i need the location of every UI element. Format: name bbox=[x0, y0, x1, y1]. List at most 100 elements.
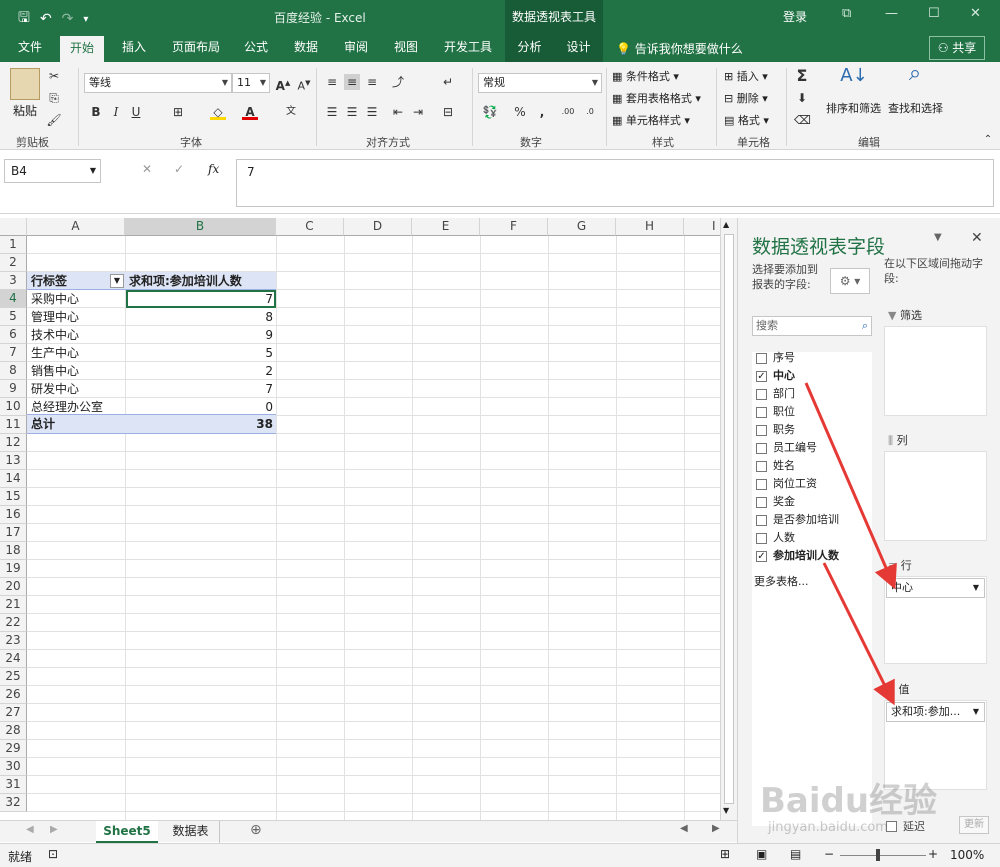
select-all-corner[interactable] bbox=[0, 218, 27, 236]
zoom-out-icon[interactable]: − bbox=[824, 847, 834, 861]
row-header[interactable]: 2 bbox=[0, 254, 27, 272]
increase-indent-icon[interactable]: ⇥ bbox=[410, 104, 426, 120]
row-header[interactable]: 29 bbox=[0, 740, 27, 758]
pivot-row-value[interactable]: 2 bbox=[126, 362, 276, 380]
redo-icon[interactable]: ↷ bbox=[62, 11, 74, 27]
column-header-i[interactable]: I bbox=[684, 218, 720, 236]
align-top-icon[interactable]: ≡ bbox=[324, 74, 340, 90]
grow-font-icon[interactable]: A▲ bbox=[275, 75, 291, 93]
bold-button[interactable]: B bbox=[88, 104, 104, 120]
add-sheet-icon[interactable]: ⊕ bbox=[250, 822, 262, 838]
row-header[interactable]: 8 bbox=[0, 362, 27, 380]
cancel-icon[interactable]: ✕ bbox=[142, 162, 152, 176]
format-cells-button[interactable]: ▤ 格式 ▾ bbox=[724, 112, 769, 128]
field-item[interactable]: 姓名 bbox=[756, 457, 795, 475]
pivot-row-value[interactable]: 7 bbox=[126, 290, 276, 308]
save-icon[interactable]: 🖫 bbox=[18, 7, 30, 31]
zoom-slider-thumb[interactable] bbox=[876, 849, 880, 861]
row-header[interactable]: 19 bbox=[0, 560, 27, 578]
cut-icon[interactable]: ✂ bbox=[46, 68, 62, 84]
row-header[interactable]: 31 bbox=[0, 776, 27, 794]
checkbox[interactable] bbox=[756, 478, 767, 490]
row-header[interactable]: 17 bbox=[0, 524, 27, 542]
row-header[interactable]: 27 bbox=[0, 704, 27, 722]
checkbox[interactable] bbox=[756, 532, 767, 544]
pivot-row-value[interactable]: 5 bbox=[126, 344, 276, 362]
row-header[interactable]: 25 bbox=[0, 668, 27, 686]
filter-dropdown-icon[interactable]: ▼ bbox=[110, 274, 124, 288]
column-header-g[interactable]: G bbox=[548, 218, 616, 236]
field-item[interactable]: 职位 bbox=[756, 403, 795, 421]
paste-icon[interactable] bbox=[10, 68, 40, 100]
scroll-up-icon[interactable]: ▲ bbox=[723, 220, 729, 229]
checkbox[interactable] bbox=[756, 514, 767, 526]
underline-button[interactable]: U bbox=[128, 104, 144, 120]
row-header[interactable]: 16 bbox=[0, 506, 27, 524]
row-header[interactable]: 23 bbox=[0, 632, 27, 650]
row-header[interactable]: 10 bbox=[0, 398, 27, 416]
zoom-slider[interactable] bbox=[840, 855, 926, 856]
customize-qat-icon[interactable]: ▾ bbox=[83, 14, 88, 25]
name-box[interactable]: B4 ▼ bbox=[4, 159, 101, 183]
field-search-input[interactable]: 搜索 ⌕ bbox=[752, 316, 872, 336]
orientation-icon[interactable]: ⤴ bbox=[390, 74, 406, 90]
row-header[interactable]: 20 bbox=[0, 578, 27, 596]
checkbox[interactable] bbox=[756, 406, 767, 418]
format-as-table-button[interactable]: ▦ 套用表格格式 ▾ bbox=[612, 90, 701, 106]
row-header[interactable]: 6 bbox=[0, 326, 27, 344]
comma-icon[interactable]: , bbox=[534, 104, 550, 120]
field-item[interactable]: 奖金 bbox=[756, 493, 795, 511]
row-header[interactable]: 30 bbox=[0, 758, 27, 776]
close-window-icon[interactable]: ✕ bbox=[970, 6, 981, 21]
enter-icon[interactable]: ✓ bbox=[174, 162, 184, 176]
tab-developer[interactable]: 开发工具 bbox=[442, 34, 494, 62]
row-header[interactable]: 14 bbox=[0, 470, 27, 488]
columns-area[interactable] bbox=[884, 451, 987, 541]
field-item[interactable]: ✓ 中心 bbox=[756, 367, 795, 385]
wrap-text-icon[interactable]: ↵ bbox=[440, 74, 456, 90]
align-left-icon[interactable]: ☰ bbox=[324, 104, 340, 120]
macro-record-icon[interactable]: ⊡ bbox=[48, 847, 58, 861]
field-item[interactable]: 是否参加培训 bbox=[756, 511, 839, 529]
tab-insert[interactable]: 插入 bbox=[120, 34, 148, 62]
normal-view-icon[interactable]: ⊞ bbox=[720, 847, 730, 861]
insert-cells-button[interactable]: ⊞ 插入 ▾ bbox=[724, 68, 768, 84]
more-tables-link[interactable]: 更多表格... bbox=[754, 573, 809, 591]
font-size-select[interactable]: 11 ▼ bbox=[232, 73, 270, 93]
row-header[interactable]: 21 bbox=[0, 596, 27, 614]
pivot-row-value[interactable]: 7 bbox=[126, 380, 276, 398]
checkbox-checked[interactable]: ✓ bbox=[756, 370, 767, 382]
checkbox-checked[interactable]: ✓ bbox=[756, 550, 767, 562]
close-panel-icon[interactable]: ✕ bbox=[971, 230, 983, 246]
percent-icon[interactable]: % bbox=[512, 104, 528, 120]
field-item[interactable]: 序号 bbox=[756, 349, 795, 367]
checkbox[interactable] bbox=[756, 496, 767, 508]
conditional-format-button[interactable]: ▦ 条件格式 ▾ bbox=[612, 68, 679, 84]
borders-icon[interactable]: ⊞ bbox=[170, 104, 186, 120]
increase-decimal-icon[interactable]: .00 bbox=[560, 104, 576, 120]
scroll-down-icon[interactable]: ▼ bbox=[723, 806, 729, 815]
sheet-tab-sheet5[interactable]: Sheet5 bbox=[96, 821, 158, 843]
collapse-ribbon-icon[interactable]: ⌃ bbox=[980, 132, 996, 148]
italic-button[interactable]: I bbox=[108, 104, 124, 120]
tab-design[interactable]: 设计 bbox=[554, 34, 603, 62]
column-header-d[interactable]: D bbox=[344, 218, 412, 236]
panel-options-icon[interactable]: ▼ bbox=[934, 232, 942, 243]
paste-button[interactable]: 粘贴 bbox=[13, 102, 37, 119]
tell-me-box[interactable]: 💡 告诉我你想要做什么 bbox=[616, 40, 743, 57]
phonetic-icon[interactable]: 文 bbox=[283, 104, 299, 120]
delete-cells-button[interactable]: ⊟ 删除 ▾ bbox=[724, 90, 768, 106]
decrease-indent-icon[interactable]: ⇤ bbox=[390, 104, 406, 120]
row-header[interactable]: 13 bbox=[0, 452, 27, 470]
fill-icon[interactable]: ⬇ bbox=[794, 90, 810, 106]
row-header[interactable]: 12 bbox=[0, 434, 27, 452]
scroll-thumb[interactable] bbox=[724, 234, 734, 804]
zoom-level[interactable]: 100% bbox=[950, 848, 984, 862]
filter-area[interactable] bbox=[884, 326, 987, 416]
next-sheet-icon[interactable]: ▶ bbox=[50, 824, 58, 835]
row-header[interactable]: 7 bbox=[0, 344, 27, 362]
checkbox[interactable] bbox=[756, 388, 767, 400]
copy-icon[interactable]: ⎘ bbox=[46, 90, 62, 106]
row-header[interactable]: 18 bbox=[0, 542, 27, 560]
field-item[interactable]: 部门 bbox=[756, 385, 795, 403]
